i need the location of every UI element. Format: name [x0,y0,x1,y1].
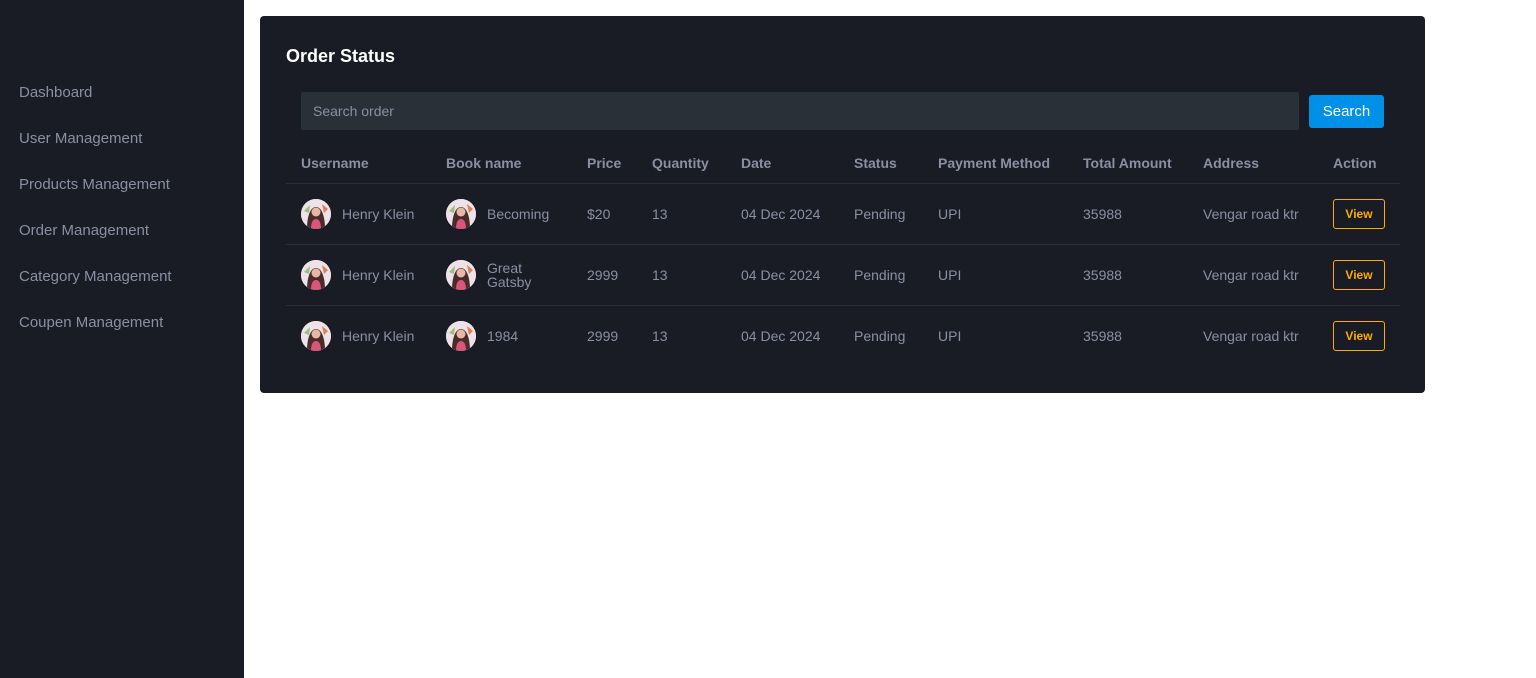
price-cell: 2999 [587,328,619,344]
column-header-payment-method: Payment Method [923,142,1068,184]
table-row: Henry Klein 1984 2999 13 04 Dec 2024 Pen… [286,306,1400,367]
address-cell: Vengar road ktr [1203,328,1299,344]
sidebar-item-user-management[interactable]: User Management [19,127,172,173]
table-header-row: Username Book name Price Quantity Date S… [286,142,1400,184]
column-header-quantity: Quantity [637,142,726,184]
quantity-cell: 13 [637,244,726,306]
user-avatar-icon [301,321,331,351]
book-thumbnail-icon [446,199,476,229]
payment-method-cell: UPI [938,328,962,344]
book-name-text: 1984 [487,328,519,344]
action-cell: View [1318,183,1400,245]
view-order-button[interactable]: View [1333,260,1385,290]
address-cell: Vengar road ktr [1188,244,1318,306]
sidebar: Dashboard User Management Products Manag… [0,0,244,678]
sidebar-item-category-management[interactable]: Category Management [19,265,172,311]
sidebar-nav: Dashboard User Management Products Manag… [19,81,172,357]
cell-username: Henry Klein [286,183,431,245]
username-text: Henry Klein [342,206,415,222]
quantity-cell: 13 [652,328,668,344]
column-header-address: Address [1188,142,1318,184]
status-cell: Pending [839,244,923,306]
cell-book: Becoming [431,183,572,245]
column-header-status: Status [839,142,923,184]
cell-username: Henry Klein [286,306,431,367]
order-status-card: Order Status Search Username Book name P… [260,16,1425,393]
table-row: Henry Klein Great Gatsby 2999 13 04 Dec … [286,244,1400,306]
username-text: Henry Klein [342,267,415,283]
username-cell: Henry Klein [301,321,431,351]
price-cell: 2999 [572,244,637,306]
view-order-button[interactable]: View [1333,321,1385,351]
action-cell: View [1318,306,1400,367]
username-cell: Henry Klein [301,260,431,290]
column-header-total-amount: Total Amount [1068,142,1188,184]
username-text: Henry Klein [342,328,415,344]
column-header-date: Date [726,142,839,184]
orders-table: Username Book name Price Quantity Date S… [286,142,1400,366]
book-cell: Great Gatsby [446,260,572,290]
action-cell: View [1318,244,1400,306]
total-amount-cell: 35988 [1068,183,1188,245]
payment-method-cell: UPI [923,183,1068,245]
cell-username: Henry Klein [286,244,431,306]
cell-book: 1984 [431,306,572,367]
table-row: Henry Klein Becoming $20 13 04 Dec 2024 … [286,183,1400,245]
user-avatar-icon [301,260,331,290]
cell-book: Great Gatsby [431,244,572,306]
view-order-button[interactable]: View [1333,199,1385,229]
date-cell: 04 Dec 2024 [726,244,839,306]
book-cell: Becoming [446,199,572,229]
date-cell: 04 Dec 2024 [726,183,839,245]
sidebar-item-products-management[interactable]: Products Management [19,173,172,219]
user-avatar-icon [301,199,331,229]
search-input[interactable] [301,92,1299,130]
sidebar-item-coupen-management[interactable]: Coupen Management [19,311,172,357]
status-cell: Pending [839,183,923,245]
book-name-text: Great Gatsby [487,260,532,290]
address-cell: Vengar road ktr [1188,183,1318,245]
column-header-action: Action [1318,142,1400,184]
book-thumbnail-icon [446,260,476,290]
column-header-price: Price [572,142,637,184]
payment-method-cell: UPI [923,244,1068,306]
page-title: Order Status [286,46,396,66]
price-cell: $20 [572,183,637,245]
quantity-cell: 13 [637,183,726,245]
book-cell: 1984 [446,321,572,351]
username-cell: Henry Klein [301,199,431,229]
column-header-book-name: Book name [431,142,572,184]
column-header-username: Username [286,142,431,184]
status-cell: Pending [854,328,906,344]
book-name-text: Becoming [487,206,550,222]
search-button[interactable]: Search [1309,95,1384,128]
date-cell: 04 Dec 2024 [741,328,821,344]
sidebar-item-dashboard[interactable]: Dashboard [19,81,172,127]
total-amount-cell: 35988 [1068,244,1188,306]
book-thumbnail-icon [446,321,476,351]
total-amount-cell: 35988 [1083,328,1122,344]
sidebar-item-order-management[interactable]: Order Management [19,219,172,265]
